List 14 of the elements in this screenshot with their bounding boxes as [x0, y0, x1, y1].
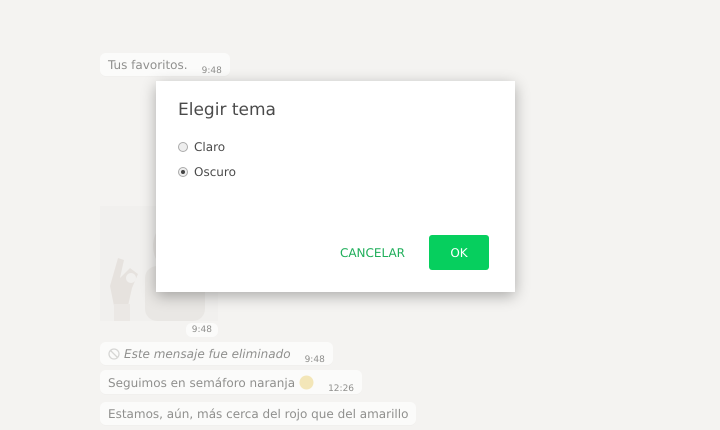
message-text: Estamos, aún, más cerca del rojo que del amarillo [108, 407, 408, 421]
radio-button[interactable] [178, 167, 188, 177]
message-time: 12:26 [328, 384, 354, 394]
dialog-title: Elegir tema [178, 100, 277, 120]
blocked-icon [108, 348, 120, 360]
message-text: Seguimos en semáforo naranja [108, 376, 296, 390]
message-text: Tus favoritos. [108, 58, 188, 72]
message-text: Este mensaje fue eliminado [124, 347, 291, 361]
message-time: 9:48 [202, 66, 222, 76]
message-time: 9:48 [304, 355, 325, 365]
theme-option[interactable]: Claro [178, 140, 226, 154]
theme-option[interactable]: Oscuro [178, 165, 236, 179]
message-time: 9:48 [186, 323, 218, 337]
radio-button[interactable] [178, 142, 188, 152]
